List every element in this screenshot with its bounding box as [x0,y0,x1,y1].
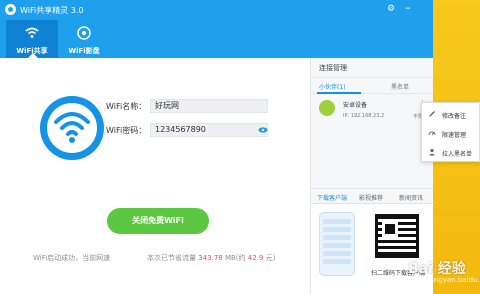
download-ad: 扫二维码下载客户端 [311,204,434,294]
tab-label: WiFi共享 [16,47,48,55]
share-panel: WiFi名称： 好玩网 WiFi密码： 1234567890 关闭免费WiFi … [0,58,310,294]
menu-blacklist[interactable]: 拉入黑名单 [422,143,480,162]
android-device-icon [319,100,335,116]
app-logo-icon [5,4,16,15]
traffic-prefix: 本次已节省流量 [147,254,196,262]
menu-label: 限速管理 [442,132,467,139]
menu-label: 拉入黑名单 [442,151,473,158]
device-ip: IP: 192.168.23.2 [343,113,385,119]
device-context-menu: 修改备注 限速管理 拉入黑名单 [421,102,480,162]
app-window: WiFi共享精灵 3.0 ⚙ – WiFi共享 WiFi影盘 WiFi名称： 好… [0,0,434,294]
wifi-icon [25,27,39,38]
wifi-name-field[interactable]: 好玩网 [150,99,268,113]
title-bar: WiFi共享精灵 3.0 ⚙ – [0,0,433,20]
wifi-status-icon [40,96,104,160]
wifi-name-label: WiFi名称： [106,102,147,111]
show-password-eye-icon[interactable] [258,127,268,133]
pencil-icon [429,111,435,117]
settings-gear-icon[interactable]: ⚙ [387,4,395,14]
status-text: WiFi启动成功，当前网速 [33,254,111,262]
tab-movie-recommend[interactable]: 影视推荐 [359,193,383,202]
connection-tabs: 小伙伴(1) 黑名单 [311,78,434,94]
menu-label: 修改备注 [442,113,467,120]
tab-label: WiFi影盘 [68,47,100,55]
phone-illustration [319,212,355,276]
app-title: WiFi共享精灵 3.0 [20,6,84,15]
minimize-icon[interactable]: – [405,1,411,14]
ad-tabs: 下载客户端 影视推荐 新闻资讯 [311,188,434,204]
watermark-logo: Bai 经验 [408,261,466,277]
user-block-icon [429,148,435,156]
money-unit: 元) [265,254,276,262]
speedometer-icon [428,131,436,136]
connection-header: 连接管理 [311,58,434,78]
wifi-password-field[interactable]: 1234567890 [150,123,268,137]
watermark-url: jingyan.baidu.com [430,276,480,284]
main-nav: WiFi共享 WiFi影盘 [0,20,433,58]
active-tab-underline [317,92,361,94]
status-bar: WiFi启动成功，当前网速 本次已节省流量 343.78 MB(约 42.9 元… [0,246,310,268]
qr-code [375,214,419,258]
menu-speed-limit[interactable]: 限速管理 [422,124,480,143]
traffic-summary: 本次已节省流量 343.78 MB(约 42.9 元) [147,253,275,263]
tab-wifi-disk[interactable]: WiFi影盘 [58,20,110,58]
tab-download-client[interactable]: 下载客户端 [317,193,347,202]
tab-wifi-share[interactable]: WiFi共享 [6,20,58,58]
tab-blacklist[interactable]: 黑名单 [391,82,409,91]
traffic-saved: 343.78 [198,254,223,262]
disk-icon [77,26,91,40]
menu-edit-note[interactable]: 修改备注 [422,105,480,124]
money-saved: 42.9 [247,254,264,262]
tab-news[interactable]: 新闻资讯 [399,193,423,202]
toggle-wifi-button[interactable]: 关闭免费WiFi [107,208,209,234]
device-row[interactable]: 安卓设备 IP: 192.168.23.2 不限 ⋮ [315,96,433,126]
wifi-password-label: WiFi密码： [106,126,147,135]
tab-friends[interactable]: 小伙伴(1) [319,82,346,91]
device-name: 安卓设备 [343,102,368,109]
traffic-unit: MB(约 [224,254,246,262]
